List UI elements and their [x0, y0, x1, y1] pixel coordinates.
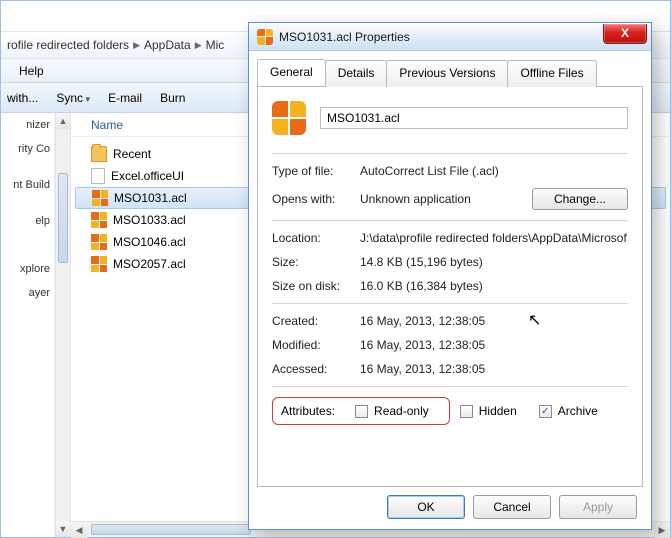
item-label: MSO1046.acl: [113, 235, 186, 249]
scroll-thumb[interactable]: [58, 173, 68, 263]
dialog-buttons: OK Cancel Apply: [387, 495, 637, 519]
label-type-of-file: Type of file:: [272, 164, 360, 178]
tab-offline-files[interactable]: Offline Files: [507, 60, 596, 87]
label-hidden: Hidden: [479, 404, 517, 418]
toolbar-burn[interactable]: Burn: [160, 91, 185, 105]
chevron-right-icon: ▶: [195, 40, 202, 51]
scroll-left-icon[interactable]: ◀: [71, 522, 87, 538]
label-created: Created:: [272, 314, 360, 328]
sidebar-item[interactable]: [1, 197, 54, 209]
sidebar-item[interactable]: nt Build: [1, 173, 54, 197]
sidebar-item[interactable]: xplore: [1, 257, 54, 281]
sidebar-item[interactable]: elp: [1, 209, 54, 233]
label-archive: Archive: [558, 404, 598, 418]
attributes-highlight: Attributes: Read-only: [272, 397, 450, 425]
sidebar-item[interactable]: [1, 233, 54, 245]
divider: [272, 303, 628, 304]
sidebar-item[interactable]: rity Co: [1, 137, 54, 161]
title-bar[interactable]: MSO1031.acl Properties X: [249, 23, 651, 51]
item-label: Excel.officeUI: [111, 169, 184, 183]
scroll-thumb[interactable]: [91, 524, 251, 535]
file-icon: [91, 168, 105, 184]
office-icon: [91, 212, 107, 228]
sidebar-item[interactable]: ayer: [1, 281, 54, 305]
tab-strip: General Details Previous Versions Offlin…: [257, 59, 643, 87]
value-location: J:\data\profile redirected folders\AppDa…: [360, 231, 628, 245]
value-opens-with: Unknown application: [360, 192, 524, 206]
label-attributes: Attributes:: [281, 404, 335, 418]
label-opens-with: Opens with:: [272, 192, 360, 206]
value-type-of-file: AutoCorrect List File (.acl): [360, 164, 628, 178]
hidden-checkbox[interactable]: [460, 405, 473, 418]
sidebar-item[interactable]: nizer: [1, 113, 54, 137]
label-modified: Modified:: [272, 338, 360, 352]
item-label: MSO1033.acl: [113, 213, 186, 227]
properties-dialog: MSO1031.acl Properties X General Details…: [248, 22, 652, 530]
tab-previous-versions[interactable]: Previous Versions: [386, 60, 508, 87]
office-icon: [91, 234, 107, 250]
scroll-right-icon[interactable]: ▶: [654, 522, 670, 538]
ok-button[interactable]: OK: [387, 495, 465, 519]
scroll-up-icon[interactable]: ▲: [56, 113, 70, 129]
readonly-checkbox[interactable]: [355, 405, 368, 418]
value-size-on-disk: 16.0 KB (16,384 bytes): [360, 279, 628, 293]
filename-input[interactable]: MSO1031.acl: [320, 107, 628, 129]
label-size-on-disk: Size on disk:: [272, 279, 360, 293]
scroll-down-icon[interactable]: ▼: [56, 521, 70, 537]
value-size: 14.8 KB (15,196 bytes): [360, 255, 628, 269]
office-icon: [272, 101, 306, 135]
general-panel: MSO1031.acl Type of file: AutoCorrect Li…: [257, 87, 643, 487]
label-accessed: Accessed:: [272, 362, 360, 376]
office-icon: [91, 256, 107, 272]
close-button[interactable]: X: [603, 24, 647, 44]
office-icon: [92, 190, 108, 206]
toolbar-openwith[interactable]: with...: [7, 91, 38, 105]
toolbar-sync[interactable]: Sync: [56, 91, 90, 105]
item-label: MSO2057.acl: [113, 257, 186, 271]
dialog-title: MSO1031.acl Properties: [279, 30, 597, 44]
value-modified: 16 May, 2013, 12:38:05: [360, 338, 628, 352]
toolbar-email[interactable]: E-mail: [108, 91, 142, 105]
label-readonly: Read-only: [374, 404, 429, 418]
menu-help[interactable]: Help: [11, 61, 52, 81]
breadcrumb-seg[interactable]: Mic: [206, 38, 225, 52]
chevron-right-icon: ▶: [133, 40, 140, 51]
change-button[interactable]: Change...: [532, 188, 628, 210]
sidebar-item[interactable]: [1, 245, 54, 257]
divider: [272, 220, 628, 221]
cancel-button[interactable]: Cancel: [473, 495, 551, 519]
office-icon: [257, 29, 273, 45]
value-created: 16 May, 2013, 12:38:05: [360, 314, 628, 328]
archive-checkbox[interactable]: [539, 405, 552, 418]
tab-general[interactable]: General: [257, 59, 326, 86]
value-accessed: 16 May, 2013, 12:38:05: [360, 362, 628, 376]
label-size: Size:: [272, 255, 360, 269]
tab-details[interactable]: Details: [325, 60, 388, 87]
apply-button[interactable]: Apply: [559, 495, 637, 519]
label-location: Location:: [272, 231, 360, 245]
folder-icon: [91, 146, 107, 162]
breadcrumb-seg[interactable]: AppData: [144, 38, 191, 52]
item-label: Recent: [113, 147, 151, 161]
divider: [272, 386, 628, 387]
sidebar-item[interactable]: [1, 161, 54, 173]
sidebar: nizer rity Co nt Build elp xplore ayer: [1, 113, 55, 537]
breadcrumb-seg[interactable]: rofile redirected folders: [7, 38, 129, 52]
sidebar-scrollbar[interactable]: ▲ ▼: [55, 113, 71, 537]
item-label: MSO1031.acl: [114, 191, 187, 205]
divider: [272, 153, 628, 154]
